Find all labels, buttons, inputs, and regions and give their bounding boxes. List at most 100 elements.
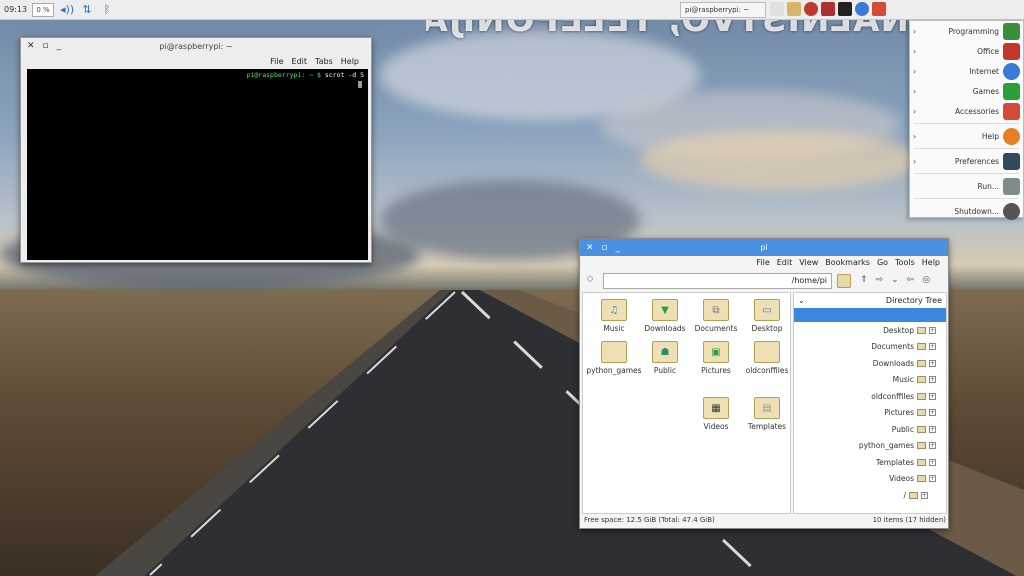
menu-help[interactable]: Help bbox=[341, 57, 359, 66]
address-bar[interactable]: /home/pi bbox=[603, 273, 832, 289]
home-icon[interactable] bbox=[837, 274, 851, 288]
menu-item-preferences[interactable]: › Preferences bbox=[910, 151, 1023, 171]
forward-icon[interactable]: ⇨ bbox=[876, 275, 884, 285]
prompt-path: ~ $ bbox=[309, 71, 321, 79]
file-item-public[interactable]: ☗ Public bbox=[636, 341, 694, 375]
expand-icon[interactable]: + bbox=[929, 343, 936, 351]
folder-icon bbox=[917, 326, 926, 334]
taskbar-item-terminal[interactable]: pi@raspberrypi: ~ bbox=[680, 2, 766, 18]
menu-bookmarks[interactable]: Bookmarks bbox=[825, 258, 870, 267]
terminal-menubar: File Edit Tabs Help bbox=[21, 54, 371, 68]
terminal-screen[interactable]: pi@raspberrypi: ~ $ scrot -d 5 bbox=[27, 69, 368, 260]
terminal-titlebar[interactable]: ✕ ▫ _ pi@raspberrypi: ~ bbox=[21, 38, 371, 54]
menu-separator bbox=[914, 198, 1019, 199]
expand-icon[interactable]: + bbox=[929, 392, 936, 400]
file-item-desktop[interactable]: ▭ Desktop bbox=[738, 299, 796, 333]
clear-address-icon[interactable]: ◇ bbox=[584, 273, 596, 285]
expand-icon[interactable]: + bbox=[929, 425, 936, 433]
menu-file[interactable]: File bbox=[270, 57, 283, 66]
history-dropdown-icon[interactable]: ⌄ bbox=[891, 275, 899, 285]
clock[interactable]: 09:13 bbox=[4, 3, 28, 17]
file-item-downloads[interactable]: ▼ Downloads bbox=[636, 299, 694, 333]
file-item-documents[interactable]: ⧉ Documents bbox=[687, 299, 745, 333]
up-icon[interactable]: ⇑ bbox=[860, 275, 868, 285]
menu-separator bbox=[914, 148, 1019, 149]
chevron-down-icon[interactable]: ⌄ bbox=[798, 296, 805, 305]
tree-row-label: Documents bbox=[871, 342, 914, 352]
tree-row-home-selected[interactable] bbox=[794, 308, 946, 322]
file-item-videos[interactable]: ▦ Videos bbox=[687, 397, 745, 431]
tree-row[interactable]: Documents + bbox=[794, 339, 946, 356]
menu-tools[interactable]: Tools bbox=[895, 258, 915, 267]
wolfram-icon[interactable] bbox=[821, 2, 835, 16]
file-item-templates[interactable]: ▤ Templates bbox=[738, 397, 796, 431]
expand-icon[interactable]: + bbox=[929, 409, 936, 417]
games-icon bbox=[1003, 82, 1020, 100]
menu-item-shutdown[interactable]: Shutdown... bbox=[910, 201, 1023, 221]
chevron-right-icon: › bbox=[913, 46, 917, 56]
folder-icon bbox=[909, 491, 918, 499]
tree-row[interactable]: Pictures + bbox=[794, 405, 946, 422]
volume-icon[interactable]: ◂)) bbox=[60, 3, 74, 17]
expand-icon[interactable]: + bbox=[929, 326, 936, 334]
tree-row[interactable]: Videos + bbox=[794, 471, 946, 488]
expand-icon[interactable]: + bbox=[929, 376, 936, 384]
menu-item-accessories[interactable]: › Accessories bbox=[910, 101, 1023, 121]
file-item-pictures[interactable]: ▣ Pictures bbox=[687, 341, 745, 375]
back-icon[interactable]: ⇦ bbox=[907, 275, 915, 285]
terminal-cursor bbox=[358, 81, 362, 88]
side-pane-header[interactable]: ⌄ Directory Tree bbox=[794, 293, 946, 308]
menu-edit[interactable]: Edit bbox=[777, 258, 793, 267]
tree-row-root[interactable]: / + bbox=[794, 487, 946, 504]
icon-view[interactable]: ♫ Music ▼ Downloads ⧉ Documents ▭ Deskto… bbox=[582, 292, 791, 514]
new-tab-icon[interactable]: ◎ bbox=[922, 275, 930, 285]
menu-item-help[interactable]: › Help bbox=[910, 126, 1023, 146]
cpu-monitor[interactable]: 0 % bbox=[32, 2, 54, 17]
menu-go[interactable]: Go bbox=[877, 258, 888, 267]
mathematica-icon[interactable] bbox=[804, 2, 818, 16]
directory-tree-pane[interactable]: ⌄ Directory Tree Desktop + Documents + Dow… bbox=[793, 292, 947, 514]
file-item-python-games[interactable]: python_games bbox=[585, 341, 643, 375]
file-item-label: oldconffiles bbox=[745, 366, 789, 375]
folder-icon[interactable] bbox=[787, 2, 801, 16]
expand-icon[interactable]: + bbox=[921, 491, 928, 499]
tree-row[interactable]: Music + bbox=[794, 372, 946, 389]
file-manager-title: pi bbox=[760, 243, 768, 252]
file-manager-titlebar[interactable]: ✕ ▫ _ pi bbox=[580, 239, 948, 256]
browser-icon[interactable] bbox=[855, 2, 869, 16]
shutdown-icon bbox=[1003, 202, 1020, 220]
file-manager-icon[interactable] bbox=[770, 2, 784, 16]
menu-item-office[interactable]: › Office bbox=[910, 41, 1023, 61]
menu-edit[interactable]: Edit bbox=[292, 57, 308, 66]
tree-row[interactable]: Public + bbox=[794, 421, 946, 438]
file-item-label: Documents bbox=[694, 324, 738, 333]
menu-file[interactable]: File bbox=[756, 258, 769, 267]
tree-row[interactable]: Downloads + bbox=[794, 355, 946, 372]
tree-row[interactable]: python_games + bbox=[794, 438, 946, 455]
bluetooth-icon[interactable]: ᛒ bbox=[100, 3, 114, 17]
expand-icon[interactable]: + bbox=[929, 475, 936, 483]
desktop-icon: ▭ bbox=[754, 299, 780, 321]
network-icon[interactable]: ⇅ bbox=[80, 3, 94, 17]
menu-item-internet[interactable]: › Internet bbox=[910, 61, 1023, 81]
status-bar: Free space: 12.5 GiB (Total: 47.4 GiB) 1… bbox=[584, 516, 946, 528]
terminal-window[interactable]: ✕ ▫ _ pi@raspberrypi: ~ File Edit Tabs H… bbox=[20, 37, 372, 263]
file-item-oldconffiles[interactable]: oldconffiles bbox=[738, 341, 796, 375]
menu-item-games[interactable]: › Games bbox=[910, 81, 1023, 101]
expand-icon[interactable]: + bbox=[929, 359, 936, 367]
tree-row[interactable]: Desktop + bbox=[794, 322, 946, 339]
tree-row[interactable]: oldconffiles + bbox=[794, 388, 946, 405]
raspberry-menu-icon[interactable] bbox=[872, 2, 886, 16]
file-manager-window[interactable]: ✕ ▫ _ pi File Edit View Bookmarks Go Too… bbox=[579, 238, 949, 529]
file-item-music[interactable]: ♫ Music bbox=[585, 299, 643, 333]
tree-row[interactable]: Templates + bbox=[794, 454, 946, 471]
terminal-icon[interactable] bbox=[838, 2, 852, 16]
menu-tabs[interactable]: Tabs bbox=[315, 57, 333, 66]
menu-item-programming[interactable]: › Programming bbox=[910, 21, 1023, 41]
menu-view[interactable]: View bbox=[799, 258, 818, 267]
menu-item-run[interactable]: Run... bbox=[910, 176, 1023, 196]
expand-icon[interactable]: + bbox=[929, 458, 936, 466]
expand-icon[interactable]: + bbox=[929, 442, 936, 450]
tree-row-label: / bbox=[903, 490, 906, 500]
menu-help[interactable]: Help bbox=[922, 258, 940, 267]
